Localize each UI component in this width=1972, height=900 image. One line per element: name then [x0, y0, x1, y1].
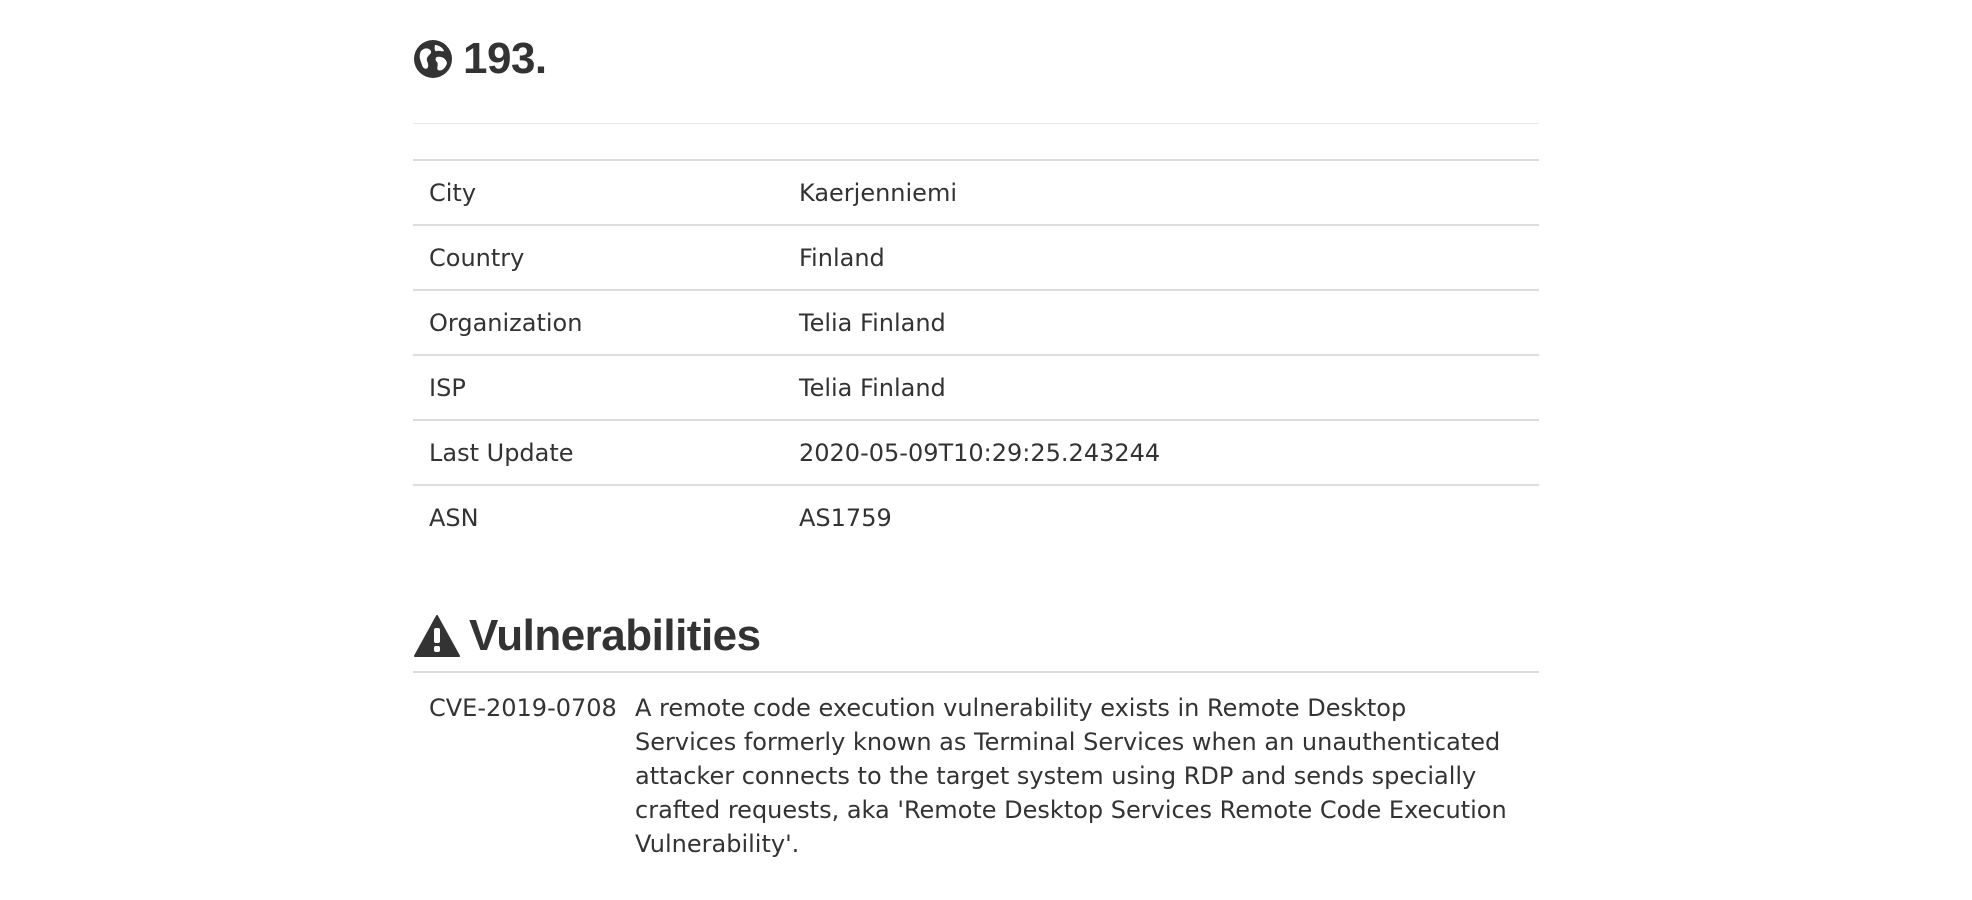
cve-description: A remote code execution vulnerability ex… [635, 694, 1507, 858]
row-value: Kaerjenniemi [783, 160, 1539, 226]
row-value: AS1759 [799, 503, 892, 532]
row-key: ASN [429, 503, 479, 532]
table-row: Organization Telia Finland [413, 290, 1539, 356]
ip-header: 193. [413, 30, 1539, 124]
cve-id: CVE-2019-0708 [429, 694, 617, 722]
host-details: 193. City Kaerjenniemi Country Finland O… [413, 0, 1539, 861]
table-row: Last Update 2020-05-09T10:29:25.243244 [413, 420, 1539, 486]
host-info-table: City Kaerjenniemi Country Finland Organi… [413, 159, 1539, 549]
row-key: Country [413, 225, 783, 291]
table-row: City Kaerjenniemi [413, 160, 1539, 226]
row-key: Last Update [413, 420, 783, 486]
table-row: Country Finland [413, 225, 1539, 291]
row-value: Finland [783, 225, 1539, 291]
page: 193. City Kaerjenniemi Country Finland O… [0, 0, 1972, 900]
table-row: ASN AS1759 [413, 485, 1539, 549]
row-value: 2020-05-09T10:29:25.243244 [783, 420, 1539, 486]
row-key: Organization [413, 290, 783, 356]
warning-icon [413, 614, 461, 658]
row-value: Telia Finland [783, 290, 1539, 356]
page-title: 193. [463, 34, 547, 83]
section-title: Vulnerabilities [469, 611, 761, 660]
row-value: Telia Finland [783, 355, 1539, 421]
vulnerabilities-header: Vulnerabilities [413, 611, 1539, 673]
globe-icon [413, 39, 453, 79]
row-key: City [413, 160, 783, 226]
table-row: ISP Telia Finland [413, 355, 1539, 421]
vulnerability-item: CVE-2019-0708 A remote code execution vu… [413, 691, 1539, 861]
row-key: ISP [413, 355, 783, 421]
